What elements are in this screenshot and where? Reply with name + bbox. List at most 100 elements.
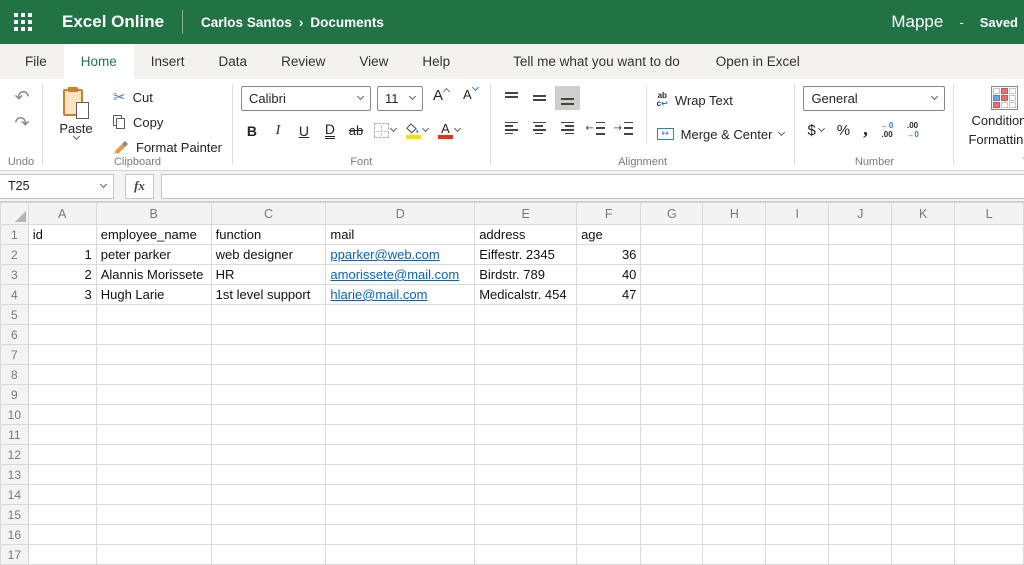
- cell-D5[interactable]: [326, 305, 475, 325]
- cell-H8[interactable]: [703, 365, 766, 385]
- cell-F16[interactable]: [577, 525, 641, 545]
- cell-A11[interactable]: [28, 425, 96, 445]
- cell-J3[interactable]: [829, 265, 892, 285]
- cell-K3[interactable]: [892, 265, 955, 285]
- cell-G3[interactable]: [641, 265, 703, 285]
- cell-B6[interactable]: [96, 325, 211, 345]
- tab-data[interactable]: Data: [202, 44, 265, 79]
- cell-F4[interactable]: 47: [577, 285, 641, 305]
- select-all-corner[interactable]: [1, 203, 29, 225]
- cell-I7[interactable]: [766, 345, 829, 365]
- cell-H15[interactable]: [703, 505, 766, 525]
- cell-I14[interactable]: [766, 485, 829, 505]
- cell-K14[interactable]: [892, 485, 955, 505]
- email-link[interactable]: amorissete@mail.com: [330, 267, 459, 282]
- col-header-G[interactable]: G: [641, 203, 703, 225]
- cell-K12[interactable]: [892, 445, 955, 465]
- strikethrough-button[interactable]: ab: [345, 118, 367, 143]
- cell-G13[interactable]: [641, 465, 703, 485]
- tab-insert[interactable]: Insert: [134, 44, 202, 79]
- email-link[interactable]: hlarie@mail.com: [330, 287, 427, 302]
- cell-E7[interactable]: [475, 345, 577, 365]
- cell-G11[interactable]: [641, 425, 703, 445]
- cell-A7[interactable]: [28, 345, 96, 365]
- cell-G5[interactable]: [641, 305, 703, 325]
- cell-F12[interactable]: [577, 445, 641, 465]
- row-header-2[interactable]: 2: [1, 245, 29, 265]
- cell-B7[interactable]: [96, 345, 211, 365]
- cell-A1[interactable]: id: [28, 225, 96, 245]
- col-header-H[interactable]: H: [703, 203, 766, 225]
- cell-D10[interactable]: [326, 405, 475, 425]
- cell-I10[interactable]: [766, 405, 829, 425]
- cell-D4[interactable]: hlarie@mail.com: [326, 285, 475, 305]
- cell-A13[interactable]: [28, 465, 96, 485]
- tell-me-box[interactable]: Tell me what you want to do: [513, 44, 680, 79]
- cell-H13[interactable]: [703, 465, 766, 485]
- cell-K2[interactable]: [892, 245, 955, 265]
- cell-H7[interactable]: [703, 345, 766, 365]
- align-top-button[interactable]: [499, 86, 524, 110]
- document-title[interactable]: Mappe: [891, 12, 943, 32]
- cell-D11[interactable]: [326, 425, 475, 445]
- cell-D6[interactable]: [326, 325, 475, 345]
- cell-I3[interactable]: [766, 265, 829, 285]
- cell-C10[interactable]: [211, 405, 326, 425]
- cell-E11[interactable]: [475, 425, 577, 445]
- cell-C11[interactable]: [211, 425, 326, 445]
- cell-B12[interactable]: [96, 445, 211, 465]
- borders-button[interactable]: [371, 118, 399, 143]
- cell-K17[interactable]: [892, 545, 955, 565]
- col-header-L[interactable]: L: [955, 203, 1024, 225]
- fill-color-button[interactable]: [403, 118, 431, 143]
- cell-J11[interactable]: [829, 425, 892, 445]
- row-header-14[interactable]: 14: [1, 485, 29, 505]
- cell-C7[interactable]: [211, 345, 326, 365]
- cell-E2[interactable]: Eiffestr. 2345: [475, 245, 577, 265]
- cell-C15[interactable]: [211, 505, 326, 525]
- cell-F3[interactable]: 40: [577, 265, 641, 285]
- cell-D13[interactable]: [326, 465, 475, 485]
- cell-H5[interactable]: [703, 305, 766, 325]
- cell-J5[interactable]: [829, 305, 892, 325]
- cell-G1[interactable]: [641, 225, 703, 245]
- cell-B2[interactable]: peter parker: [96, 245, 211, 265]
- cell-I17[interactable]: [766, 545, 829, 565]
- cell-J6[interactable]: [829, 325, 892, 345]
- row-header-7[interactable]: 7: [1, 345, 29, 365]
- cell-C14[interactable]: [211, 485, 326, 505]
- cell-H4[interactable]: [703, 285, 766, 305]
- font-family-select[interactable]: Calibri: [241, 86, 371, 111]
- cell-I5[interactable]: [766, 305, 829, 325]
- row-header-12[interactable]: 12: [1, 445, 29, 465]
- row-header-10[interactable]: 10: [1, 405, 29, 425]
- cell-A4[interactable]: 3: [28, 285, 96, 305]
- cell-A3[interactable]: 2: [28, 265, 96, 285]
- cell-C13[interactable]: [211, 465, 326, 485]
- decrease-decimal-button[interactable]: .00→0: [904, 118, 920, 142]
- align-bottom-button[interactable]: [555, 86, 580, 110]
- currency-button[interactable]: $: [805, 118, 825, 142]
- cell-K6[interactable]: [892, 325, 955, 345]
- grow-font-button[interactable]: A: [429, 87, 453, 111]
- cell-H10[interactable]: [703, 405, 766, 425]
- cell-E6[interactable]: [475, 325, 577, 345]
- cell-F17[interactable]: [577, 545, 641, 565]
- cell-F14[interactable]: [577, 485, 641, 505]
- breadcrumb-user[interactable]: Carlos Santos: [201, 15, 292, 30]
- col-header-K[interactable]: K: [892, 203, 955, 225]
- cell-E10[interactable]: [475, 405, 577, 425]
- cell-C5[interactable]: [211, 305, 326, 325]
- cell-L6[interactable]: [955, 325, 1024, 345]
- cell-B10[interactable]: [96, 405, 211, 425]
- cell-H14[interactable]: [703, 485, 766, 505]
- tab-help[interactable]: Help: [405, 44, 467, 79]
- redo-button[interactable]: ↷: [9, 112, 35, 136]
- cell-I11[interactable]: [766, 425, 829, 445]
- cell-F2[interactable]: 36: [577, 245, 641, 265]
- breadcrumb-documents[interactable]: Documents: [310, 15, 384, 30]
- cell-K8[interactable]: [892, 365, 955, 385]
- cell-E8[interactable]: [475, 365, 577, 385]
- cell-J8[interactable]: [829, 365, 892, 385]
- row-header-5[interactable]: 5: [1, 305, 29, 325]
